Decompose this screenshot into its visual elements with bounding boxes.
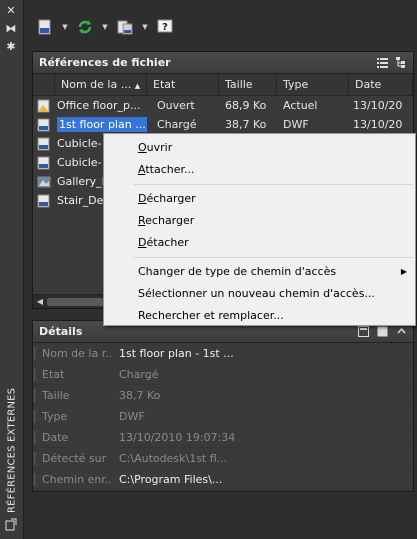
svg-text:?: ?: [162, 22, 168, 33]
detail-row: Nom de la r... 1st floor plan - 1st ...: [33, 343, 413, 364]
details-panel: Détails Nom de la r... 1st floor plan - …: [32, 320, 414, 492]
details-grid: Nom de la r... 1st floor plan - 1st ... …: [33, 343, 413, 490]
scroll-left-icon[interactable]: ◀: [35, 297, 45, 307]
collapse-icon[interactable]: [396, 326, 407, 337]
menu-item-change-path-type[interactable]: Changer de type de chemin d'accès ▶: [104, 261, 415, 283]
detail-row: Type DWF: [33, 406, 413, 427]
panel-title: Détails: [39, 325, 83, 338]
autohide-icon[interactable]: ⧓: [4, 22, 18, 36]
scroll-thumb[interactable]: [47, 298, 107, 306]
menu-item-reload[interactable]: Recharger: [104, 210, 415, 232]
toolbar: ▼ ▼ ▼ ?: [34, 14, 176, 40]
column-state[interactable]: Etat: [147, 74, 219, 95]
dwg-current-icon: [37, 99, 50, 112]
submenu-arrow-icon: ▶: [400, 267, 407, 276]
context-menu: Ouvrir Attacher... Décharger Recharger D…: [103, 133, 416, 326]
dwf-icon: [37, 118, 50, 131]
dgn-icon: [37, 194, 50, 207]
column-type[interactable]: Type: [277, 74, 349, 95]
detail-row: Date 13/10/2010 19:07:34: [33, 427, 413, 448]
change-path-icon: [117, 20, 133, 35]
close-icon[interactable]: ✕: [4, 4, 18, 18]
menu-separator: [134, 257, 413, 258]
refresh-dropdown-icon[interactable]: ▼: [100, 23, 110, 31]
change-path-button[interactable]: [114, 16, 136, 38]
detail-row: Etat Chargé: [33, 364, 413, 385]
panel-title: Références de fichier: [39, 56, 171, 69]
help-icon: ?: [157, 19, 173, 33]
menu-separator: [134, 184, 413, 185]
table-row[interactable]: Office floor_p... Ouvert 68,9 Ko Actuel …: [33, 96, 413, 115]
attach-dwg-icon: [38, 19, 51, 35]
menu-item-unload[interactable]: Décharger: [104, 188, 415, 210]
detail-row: Chemin enr... C:\Program Files\...: [33, 469, 413, 490]
dwg-icon: [37, 156, 50, 169]
menu-item-open[interactable]: Ouvrir: [104, 137, 415, 159]
help-button[interactable]: ?: [154, 16, 176, 38]
detail-row: Détecté sur C:\Autodesk\1st fl...: [33, 448, 413, 469]
tree-view-icon[interactable]: [396, 57, 407, 68]
menu-item-select-new-path[interactable]: Sélectionner un nouveau chemin d'accès..…: [104, 283, 415, 305]
attach-dropdown-icon[interactable]: ▼: [60, 23, 70, 31]
palette-title: RÉFÉRENCES EXTERNES: [6, 387, 18, 513]
preview-icon[interactable]: [377, 326, 388, 337]
column-icon: [33, 74, 55, 95]
details-view-icon[interactable]: [358, 326, 369, 337]
file-references-header: Références de fichier: [33, 52, 413, 74]
table-row[interactable]: 1st floor plan ... Chargé 38,7 Ko DWF 13…: [33, 115, 413, 134]
dwg-icon: [37, 137, 50, 150]
column-size[interactable]: Taille: [219, 74, 277, 95]
properties-gear-icon[interactable]: ✱: [4, 40, 18, 54]
attach-reference-icon[interactable]: [5, 518, 18, 531]
image-icon: [37, 176, 51, 187]
list-view-icon[interactable]: [377, 57, 388, 68]
column-date[interactable]: Date: [349, 74, 413, 95]
palette-side-strip: ✕ ⧓ ✱ RÉFÉRENCES EXTERNES: [0, 0, 24, 539]
menu-item-attach[interactable]: Attacher...: [104, 159, 415, 181]
menu-item-find-replace[interactable]: Rechercher et remplacer...: [104, 305, 415, 327]
attach-dwg-button[interactable]: [34, 16, 56, 38]
column-headers: Nom de la ... ▲ Etat Taille Type Date: [33, 74, 413, 96]
refresh-icon: [78, 20, 92, 34]
change-path-dropdown-icon[interactable]: ▼: [140, 23, 150, 31]
detail-row: Taille 38,7 Ko: [33, 385, 413, 406]
menu-item-detach[interactable]: Détacher: [104, 232, 415, 254]
column-name[interactable]: Nom de la ... ▲: [55, 74, 147, 95]
refresh-button[interactable]: [74, 16, 96, 38]
